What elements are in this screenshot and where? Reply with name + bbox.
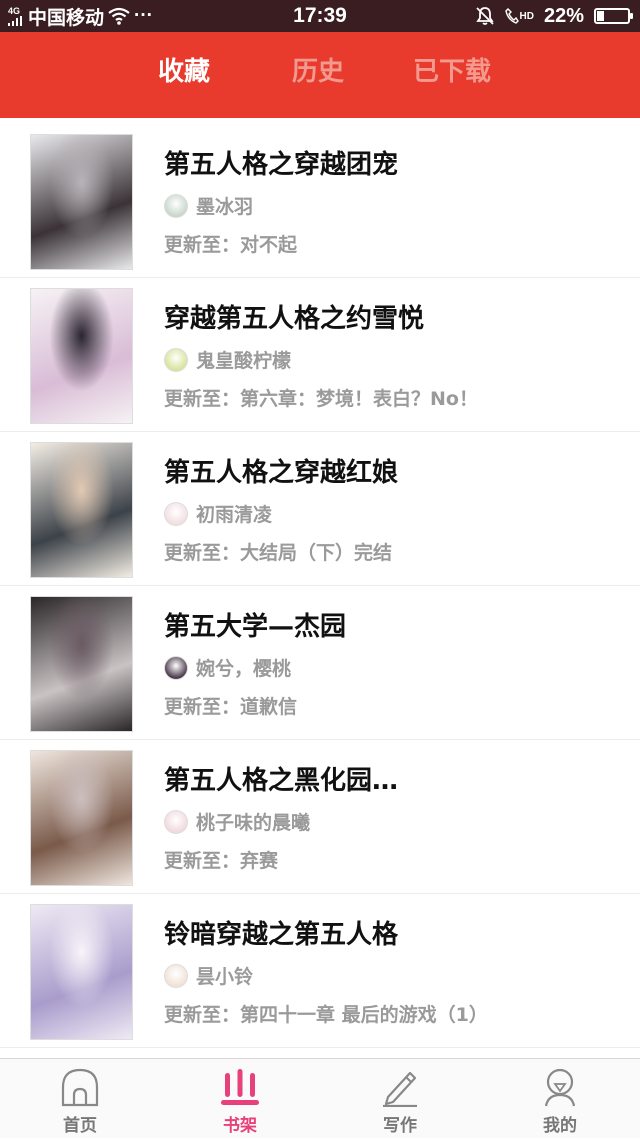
book-cover[interactable] <box>30 596 133 732</box>
status-bar: 4G 中国移动 ··· 17:39 HD 22% <box>0 0 640 32</box>
battery-percent: 22% <box>543 4 584 27</box>
nav-write-label: 写作 <box>383 1116 417 1136</box>
author-avatar[interactable] <box>164 347 188 372</box>
battery-level <box>597 11 604 21</box>
book-cover[interactable] <box>30 750 133 886</box>
book-title[interactable]: 铃暗穿越之第五人格 <box>164 914 398 951</box>
author-row: 昙小铃 <box>164 962 253 989</box>
header-bar: 收藏 历史 已下载 <box>0 32 640 118</box>
book-item[interactable]: 穿越第五人格之约雪悦 鬼皇酸柠檬 更新至：第六章：梦境！表白？No！ <box>0 278 640 432</box>
author-name[interactable]: 鬼皇酸柠檬 <box>196 346 291 373</box>
nav-write[interactable]: 写作 <box>340 1059 460 1139</box>
bookshelf-icon <box>221 1069 259 1105</box>
pencil-icon <box>383 1071 417 1107</box>
author-name[interactable]: 初雨清凌 <box>196 500 272 527</box>
book-title[interactable]: 第五大学—杰园 <box>164 606 346 643</box>
author-avatar[interactable] <box>164 501 188 526</box>
hd-label: HD <box>519 10 534 22</box>
nav-bookshelf[interactable]: 书架 <box>180 1059 300 1139</box>
battery-icon <box>594 8 633 24</box>
tab-history[interactable]: 历史 <box>292 32 344 118</box>
latest-chapter: 更新至：弃赛 <box>164 850 279 872</box>
book-cover[interactable] <box>30 904 133 1040</box>
nav-profile-label: 我的 <box>543 1116 577 1136</box>
latest-chapter: 更新至：第四十一章 最后的游戏（1） <box>164 1004 488 1026</box>
latest-chapter: 更新至：道歉信 <box>164 696 298 718</box>
author-row: 初雨清凌 <box>164 500 272 527</box>
profile-icon <box>544 1068 576 1107</box>
book-item[interactable]: 第五人格之黑化园… 桃子味的晨曦 更新至：弃赛 <box>0 740 640 894</box>
nav-home-label: 首页 <box>63 1116 97 1136</box>
latest-chapter: 更新至：大结局（下）完结 <box>164 542 393 564</box>
book-cover[interactable] <box>30 288 133 424</box>
author-name[interactable]: 婉兮，樱桃 <box>196 654 291 681</box>
book-item[interactable]: 第五人格之穿越红娘 初雨清凌 更新至：大结局（下）完结 <box>0 432 640 586</box>
latest-chapter: 更新至：对不起 <box>164 234 298 256</box>
status-right: HD 22% <box>475 0 633 32</box>
book-item[interactable]: 第五人格之穿越团宠 墨冰羽 更新至：对不起 <box>0 124 640 278</box>
book-title[interactable]: 第五人格之黑化园… <box>164 760 398 797</box>
nav-bookshelf-label: 书架 <box>223 1116 257 1136</box>
book-item[interactable]: 第五大学—杰园 婉兮，樱桃 更新至：道歉信 <box>0 586 640 740</box>
phone-icon <box>504 8 519 24</box>
tab-favorites[interactable]: 收藏 <box>158 32 210 118</box>
latest-chapter: 更新至：第六章：梦境！表白？No！ <box>164 388 478 410</box>
author-name[interactable]: 墨冰羽 <box>196 192 253 219</box>
author-row: 婉兮，樱桃 <box>164 654 291 681</box>
author-row: 桃子味的晨曦 <box>164 808 310 835</box>
author-row: 鬼皇酸柠檬 <box>164 346 291 373</box>
author-avatar[interactable] <box>164 963 188 988</box>
book-list: 第五人格之穿越团宠 墨冰羽 更新至：对不起 穿越第五人格之约雪悦 鬼皇酸柠檬 更… <box>0 124 640 1048</box>
author-row: 墨冰羽 <box>164 192 253 219</box>
book-title[interactable]: 第五人格之穿越红娘 <box>164 452 398 489</box>
author-name[interactable]: 桃子味的晨曦 <box>196 808 310 835</box>
author-avatar[interactable] <box>164 809 188 834</box>
tab-downloaded[interactable]: 已下载 <box>413 32 491 118</box>
home-icon <box>61 1068 99 1107</box>
book-cover[interactable] <box>30 134 133 270</box>
author-avatar[interactable] <box>164 655 188 680</box>
hd-call-indicator: HD <box>504 8 534 24</box>
bottom-nav: 首页 书架 写作 我的 <box>0 1058 640 1138</box>
book-cover[interactable] <box>30 442 133 578</box>
nav-home[interactable]: 首页 <box>20 1059 140 1139</box>
nav-profile[interactable]: 我的 <box>500 1059 620 1139</box>
author-avatar[interactable] <box>164 193 188 218</box>
book-title[interactable]: 第五人格之穿越团宠 <box>164 144 398 181</box>
mute-bell-icon <box>475 7 494 25</box>
book-title[interactable]: 穿越第五人格之约雪悦 <box>164 298 424 335</box>
author-name[interactable]: 昙小铃 <box>196 962 253 989</box>
book-item[interactable]: 铃暗穿越之第五人格 昙小铃 更新至：第四十一章 最后的游戏（1） <box>0 894 640 1048</box>
